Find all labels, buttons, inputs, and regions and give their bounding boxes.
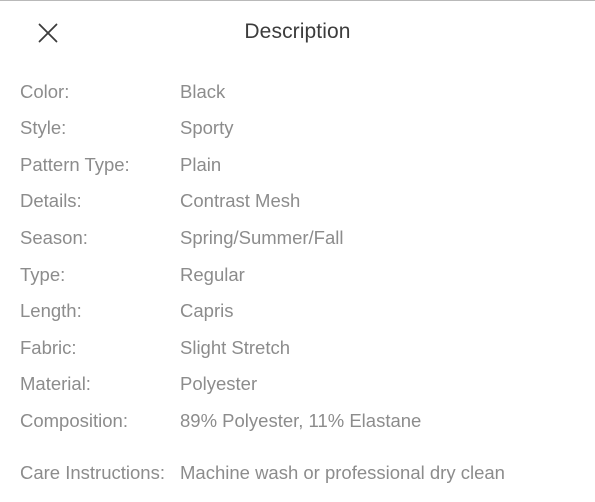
spec-value: Regular (180, 263, 245, 285)
spec-value: Black (180, 80, 226, 102)
spec-row-style: Style: Sporty (0, 114, 595, 151)
spec-label: Season: (20, 226, 88, 248)
spec-value: Machine wash or professional dry clean (180, 461, 505, 483)
spec-value: Polyester (180, 373, 258, 395)
spec-row-color: Color: Black (0, 77, 595, 114)
spec-value: Sporty (180, 117, 234, 139)
spec-row-length: Length: Capris (0, 297, 595, 334)
spec-value: Spring/Summer/Fall (180, 226, 344, 248)
spec-row-pattern-type: Pattern Type: Plain (0, 150, 595, 187)
spec-value: Slight Stretch (180, 336, 291, 358)
spec-row-season: Season: Spring/Summer/Fall (0, 223, 595, 260)
spec-value: Contrast Mesh (180, 190, 301, 212)
spec-label: Length: (20, 300, 82, 322)
spec-label: Style: (20, 117, 67, 139)
spec-value: Plain (180, 153, 222, 175)
spec-row-material: Material: Polyester (0, 370, 595, 407)
spec-label: Color: (20, 80, 70, 102)
panel-header: Description (0, 1, 595, 63)
spec-row-fabric: Fabric: Slight Stretch (0, 333, 595, 370)
specification-list: Color: Black Style: Sporty Pattern Type:… (0, 77, 595, 495)
spec-value: 89% Polyester, 11% Elastane (180, 409, 422, 431)
spec-row-details: Details: Contrast Mesh (0, 187, 595, 224)
spec-label: Composition: (20, 409, 128, 431)
spec-label: Fabric: (20, 336, 77, 358)
spec-label: Details: (20, 190, 82, 212)
spec-label: Material: (20, 373, 91, 395)
description-panel: Description Color: Black Style: Sporty P… (0, 0, 595, 502)
spec-row-composition: Composition: 89% Polyester, 11% Elastane (0, 406, 595, 443)
spec-value: Capris (180, 300, 234, 322)
spec-label: Care Instructions: (20, 461, 165, 483)
page-title: Description (244, 20, 351, 43)
spec-label: Type: (20, 263, 66, 285)
spec-row-type: Type: Regular (0, 260, 595, 297)
spec-label: Pattern Type: (20, 153, 130, 175)
spec-row-care-instructions: Care Instructions: Machine wash or profe… (0, 443, 595, 495)
